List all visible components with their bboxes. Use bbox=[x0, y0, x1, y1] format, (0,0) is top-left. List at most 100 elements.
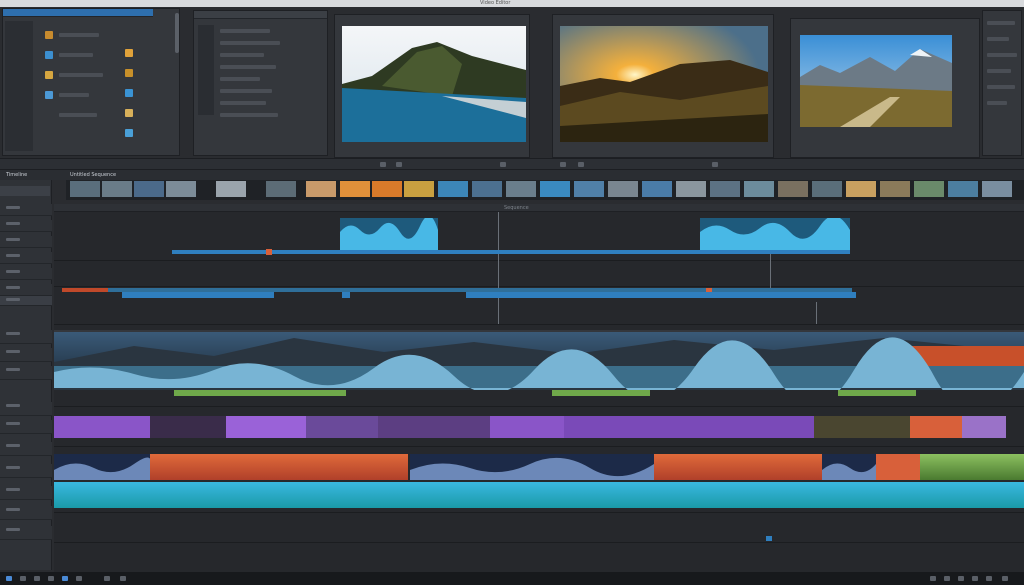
media-thumb[interactable] bbox=[45, 31, 53, 39]
audio-clip-bar[interactable] bbox=[172, 250, 850, 254]
out-point-marker[interactable] bbox=[706, 288, 712, 292]
app-icon[interactable] bbox=[48, 576, 54, 581]
search-icon[interactable] bbox=[20, 576, 26, 581]
playhead-line[interactable] bbox=[498, 212, 499, 324]
media-thumb[interactable] bbox=[125, 49, 133, 57]
track-header[interactable] bbox=[0, 526, 52, 540]
track-header[interactable] bbox=[0, 348, 52, 362]
tray-icon[interactable] bbox=[972, 576, 978, 581]
reference-viewer[interactable] bbox=[790, 18, 980, 158]
video-clip-waves[interactable] bbox=[410, 454, 654, 480]
media-browser-panel[interactable] bbox=[2, 8, 180, 156]
app-icon[interactable] bbox=[104, 576, 110, 581]
video-clip-teal[interactable] bbox=[54, 482, 1024, 508]
video-clip-orange[interactable] bbox=[654, 454, 822, 480]
viewer-toolbar bbox=[0, 158, 1024, 170]
audio-clip-waveform[interactable] bbox=[700, 218, 850, 252]
tray-icon[interactable] bbox=[986, 576, 992, 581]
video-clip-waves[interactable] bbox=[54, 454, 150, 480]
marker-icon[interactable] bbox=[578, 162, 584, 167]
tray-icon[interactable] bbox=[930, 576, 936, 581]
video-clip-orange[interactable] bbox=[150, 454, 408, 480]
tray-icon[interactable] bbox=[1002, 576, 1008, 581]
video-clip-purple[interactable] bbox=[226, 416, 306, 438]
video-clip-green[interactable] bbox=[920, 454, 1024, 480]
viewer-image-mountains bbox=[800, 35, 952, 127]
in-point-marker[interactable] bbox=[266, 249, 272, 255]
media-thumb[interactable] bbox=[125, 129, 133, 137]
video-clip-purple[interactable] bbox=[490, 416, 564, 438]
audio-clip-waveform[interactable] bbox=[340, 218, 438, 252]
track-header[interactable] bbox=[0, 506, 52, 520]
track-header[interactable] bbox=[0, 252, 52, 264]
timeline-tracks[interactable] bbox=[54, 212, 1024, 572]
track-header[interactable] bbox=[0, 204, 52, 216]
play-icon[interactable] bbox=[380, 162, 386, 167]
media-thumb[interactable] bbox=[125, 109, 133, 117]
timeline-marker[interactable] bbox=[766, 536, 772, 541]
stop-icon[interactable] bbox=[396, 162, 402, 167]
tray-icon[interactable] bbox=[958, 576, 964, 581]
video-clip-waves[interactable] bbox=[822, 454, 876, 480]
track-header[interactable] bbox=[0, 284, 52, 296]
timeline-ruler[interactable]: Sequence bbox=[54, 204, 1024, 212]
clip-bar[interactable] bbox=[342, 292, 350, 298]
app-icon[interactable] bbox=[120, 576, 126, 581]
fullscreen-icon[interactable] bbox=[712, 162, 718, 167]
program-viewer[interactable] bbox=[552, 14, 774, 158]
video-clip-purple[interactable] bbox=[378, 416, 490, 438]
track-header[interactable] bbox=[0, 486, 52, 500]
source-viewer[interactable] bbox=[334, 14, 530, 158]
video-clip-mountains[interactable] bbox=[54, 332, 1024, 390]
track-header[interactable] bbox=[0, 420, 52, 434]
loop-icon[interactable] bbox=[560, 162, 566, 167]
media-thumb[interactable] bbox=[45, 91, 53, 99]
video-clip-purple[interactable] bbox=[962, 416, 1006, 438]
track-header[interactable] bbox=[0, 402, 52, 416]
scrollbar[interactable] bbox=[175, 13, 179, 53]
track-header[interactable] bbox=[0, 236, 52, 248]
clip-bar-red[interactable] bbox=[62, 288, 108, 292]
tray-icon[interactable] bbox=[944, 576, 950, 581]
project-panel-header bbox=[194, 11, 327, 19]
app-icon[interactable] bbox=[76, 576, 82, 581]
inspector-panel[interactable] bbox=[982, 10, 1022, 156]
adjustment-clip-green[interactable] bbox=[174, 390, 346, 396]
media-thumb[interactable] bbox=[125, 69, 133, 77]
video-clip-purple[interactable] bbox=[564, 416, 814, 438]
track-header[interactable] bbox=[0, 330, 52, 344]
video-clip-purple[interactable] bbox=[306, 416, 378, 438]
track-header-selected[interactable] bbox=[0, 186, 50, 196]
folder-tree[interactable] bbox=[5, 21, 33, 151]
project-panel[interactable] bbox=[193, 10, 328, 156]
step-forward-icon[interactable] bbox=[500, 162, 506, 167]
media-thumb[interactable] bbox=[45, 51, 53, 59]
app-icon[interactable] bbox=[62, 576, 68, 581]
video-clip-purple[interactable] bbox=[54, 416, 150, 438]
track-header[interactable] bbox=[0, 442, 52, 456]
adjustment-clip-green[interactable] bbox=[552, 390, 650, 396]
filmstrip[interactable] bbox=[66, 180, 1024, 200]
video-clip-orange[interactable] bbox=[910, 416, 962, 438]
media-thumb[interactable] bbox=[45, 71, 53, 79]
start-icon[interactable] bbox=[6, 576, 12, 581]
media-thumb[interactable] bbox=[125, 89, 133, 97]
track-header-group[interactable] bbox=[0, 296, 52, 306]
video-clip-forest[interactable] bbox=[814, 416, 910, 438]
track-header[interactable] bbox=[0, 220, 52, 232]
adjustment-clip-green[interactable] bbox=[838, 390, 916, 396]
track-header[interactable] bbox=[0, 464, 52, 478]
title-bar: Video Editor bbox=[0, 0, 1024, 7]
taskview-icon[interactable] bbox=[34, 576, 40, 581]
track-header[interactable] bbox=[0, 268, 52, 280]
clip-bar[interactable] bbox=[466, 292, 856, 298]
video-clip-dark[interactable] bbox=[150, 416, 226, 438]
ruler-label: Sequence bbox=[504, 205, 529, 211]
media-browser-header[interactable] bbox=[3, 9, 153, 17]
media-list[interactable] bbox=[37, 21, 177, 151]
timeline-title: Timeline bbox=[6, 172, 28, 178]
clip-bar[interactable] bbox=[122, 292, 274, 298]
track-header-column bbox=[0, 180, 52, 570]
video-clip-orange[interactable] bbox=[876, 454, 920, 480]
track-header[interactable] bbox=[0, 366, 52, 380]
